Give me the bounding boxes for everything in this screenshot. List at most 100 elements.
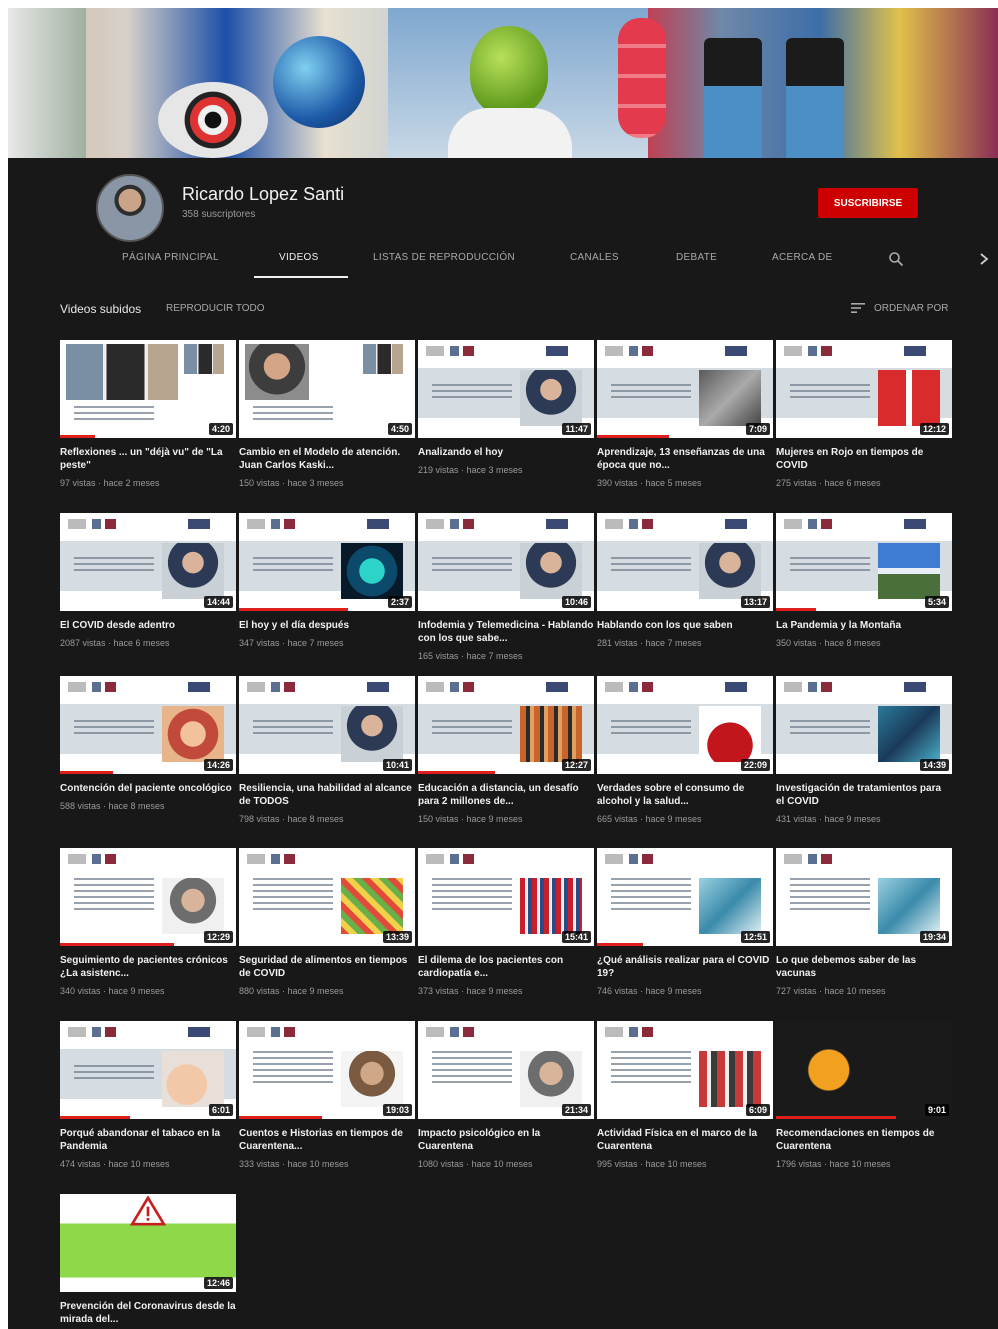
tab-discussion[interactable]: DEBATE (676, 252, 717, 263)
video-card[interactable]: 14:44 El COVID desde adentro 2087 vistas ·… (60, 513, 236, 648)
video-thumbnail[interactable]: 4:20 (60, 340, 236, 438)
search-icon[interactable] (888, 251, 904, 267)
video-thumbnail[interactable]: 21:34 (418, 1021, 594, 1119)
video-card[interactable]: 6:01 Porqué abandonar el tabaco en la Pan… (60, 1021, 236, 1169)
video-title[interactable]: Analizando el hoy (418, 446, 594, 459)
play-all-link[interactable]: REPRODUCIR TODO (166, 303, 265, 314)
video-thumbnail[interactable]: 11:47 (418, 340, 594, 438)
video-thumbnail[interactable]: 12:27 (418, 676, 594, 774)
tab-channels[interactable]: CANALES (570, 252, 619, 263)
video-thumbnail[interactable]: 4:50 (239, 340, 415, 438)
video-card[interactable]: 10:46 Infodemia y Telemedicina - Hablando… (418, 513, 594, 661)
video-card[interactable]: 7:09 Aprendizaje, 13 enseñanzas de una ép… (597, 340, 773, 488)
video-thumbnail[interactable]: 19:03 (239, 1021, 415, 1119)
video-title[interactable]: Reflexiones ... un "déjà vu" de "La pest… (60, 446, 236, 472)
video-title[interactable]: El COVID desde adentro (60, 619, 236, 632)
video-title[interactable]: Verdades sobre el consumo de alcohol y l… (597, 782, 773, 808)
video-thumbnail[interactable]: 12:12 (776, 340, 952, 438)
video-card[interactable]: 4:20 Reflexiones ... un "déjà vu" de "La … (60, 340, 236, 488)
video-thumbnail[interactable]: 19:34 (776, 848, 952, 946)
video-thumbnail[interactable]: 9:01 (776, 1021, 952, 1119)
video-thumbnail[interactable]: 12:29 (60, 848, 236, 946)
video-card[interactable]: 10:41 Resiliencia, una habilidad al alcan… (239, 676, 415, 824)
video-title[interactable]: Porqué abandonar el tabaco en la Pandemi… (60, 1127, 236, 1153)
video-thumbnail[interactable]: 10:46 (418, 513, 594, 611)
video-thumbnail[interactable]: 5:34 (776, 513, 952, 611)
video-title[interactable]: La Pandemia y la Montaña (776, 619, 952, 632)
video-thumbnail[interactable]: 12:51 (597, 848, 773, 946)
video-title[interactable]: Impacto psicológico en la Cuarentena (418, 1127, 594, 1153)
video-thumbnail[interactable]: 7:09 (597, 340, 773, 438)
tab-videos[interactable]: VIDEOS (279, 252, 319, 263)
video-title[interactable]: Contención del paciente oncológico (60, 782, 236, 795)
video-card[interactable]: 12:51 ¿Qué análisis realizar para el COVI… (597, 848, 773, 996)
video-duration: 10:46 (561, 596, 591, 608)
video-card[interactable]: 11:47 Analizando el hoy 219 vistas · hace … (418, 340, 594, 475)
video-title[interactable]: Actividad Física en el marco de la Cuare… (597, 1127, 773, 1153)
video-title[interactable]: Mujeres en Rojo en tiempos de COVID (776, 446, 952, 472)
tab-home[interactable]: PÁGINA PRINCIPAL (122, 252, 219, 263)
video-card[interactable]: 6:09 Actividad Física en el marco de la C… (597, 1021, 773, 1169)
video-thumbnail[interactable]: 15:41 (418, 848, 594, 946)
video-thumbnail[interactable]: 12:46 (60, 1194, 236, 1292)
subscriber-count: 358 suscriptores (182, 209, 256, 220)
video-meta: 746 vistas · hace 9 meses (597, 986, 702, 996)
video-title[interactable]: Lo que debemos saber de las vacunas (776, 954, 952, 980)
video-card[interactable]: 15:41 El dilema de los pacientes con card… (418, 848, 594, 996)
tab-about[interactable]: ACERCA DE (772, 252, 833, 263)
video-title[interactable]: Resiliencia, una habilidad al alcance de… (239, 782, 415, 808)
video-card[interactable]: 12:29 Seguimiento de pacientes crónicos ¿… (60, 848, 236, 996)
video-thumbnail[interactable]: 22:09 (597, 676, 773, 774)
video-card[interactable]: 12:27 Educación a distancia, un desafío p… (418, 676, 594, 824)
video-card[interactable]: 14:39 Investigación de tratamientos para … (776, 676, 952, 824)
video-title[interactable]: Infodemia y Telemedicina - Hablando con … (418, 619, 594, 645)
video-thumbnail[interactable]: 14:44 (60, 513, 236, 611)
video-thumbnail[interactable]: 14:26 (60, 676, 236, 774)
video-title[interactable]: Seguridad de alimentos en tiempos de COV… (239, 954, 415, 980)
video-card[interactable]: 21:34 Impacto psicológico en la Cuarenten… (418, 1021, 594, 1169)
video-thumbnail[interactable]: 10:41 (239, 676, 415, 774)
video-card[interactable]: 14:26 Contención del paciente oncológico 5… (60, 676, 236, 811)
chevron-right-icon[interactable] (978, 252, 990, 266)
video-duration: 6:09 (745, 1104, 770, 1116)
sort-icon[interactable] (850, 301, 866, 315)
video-card[interactable]: 13:17 Hablando con los que saben 281 vista… (597, 513, 773, 648)
video-thumbnail[interactable]: 6:09 (597, 1021, 773, 1119)
video-card[interactable]: 9:01 Recomendaciones en tiempos de Cuaren… (776, 1021, 952, 1169)
video-title[interactable]: El hoy y el día después (239, 619, 415, 632)
video-card[interactable]: 19:03 Cuentos e Historias en tiempos de C… (239, 1021, 415, 1169)
subscribe-button[interactable]: SUSCRIBIRSE (818, 188, 918, 218)
video-title[interactable]: Hablando con los que saben (597, 619, 773, 632)
video-title[interactable]: Aprendizaje, 13 enseñanzas de una época … (597, 446, 773, 472)
video-card[interactable]: 2:37 El hoy y el día después 347 vistas · … (239, 513, 415, 648)
channel-avatar[interactable] (96, 174, 164, 242)
channel-name: Ricardo Lopez Santi (182, 184, 345, 204)
tab-playlists[interactable]: LISTAS DE REPRODUCCIÓN (373, 252, 515, 263)
video-title[interactable]: Educación a distancia, un desafío para 2… (418, 782, 594, 808)
video-thumbnail[interactable]: 6:01 (60, 1021, 236, 1119)
video-thumbnail[interactable]: 14:39 (776, 676, 952, 774)
video-card[interactable]: 12:12 Mujeres en Rojo en tiempos de COVID… (776, 340, 952, 488)
video-card[interactable]: 13:39 Seguridad de alimentos en tiempos d… (239, 848, 415, 996)
video-title[interactable]: Investigación de tratamientos para el CO… (776, 782, 952, 808)
video-thumbnail[interactable]: 13:17 (597, 513, 773, 611)
video-duration: 5:34 (924, 596, 949, 608)
video-card[interactable]: 19:34 Lo que debemos saber de las vacunas… (776, 848, 952, 996)
video-title[interactable]: Recomendaciones en tiempos de Cuarentena (776, 1127, 952, 1153)
video-card[interactable]: 22:09 Verdades sobre el consumo de alcoho… (597, 676, 773, 824)
video-title[interactable]: Seguimiento de pacientes crónicos ¿La as… (60, 954, 236, 980)
video-card[interactable]: 5:34 La Pandemia y la Montaña 350 vistas ·… (776, 513, 952, 648)
video-title[interactable]: Cambio en el Modelo de atención. Juan Ca… (239, 446, 415, 472)
watch-progress-bar (60, 435, 96, 438)
video-thumbnail[interactable]: 13:39 (239, 848, 415, 946)
video-title[interactable]: ¿Qué análisis realizar para el COVID 19? (597, 954, 773, 980)
video-card[interactable]: 12:46 Prevención del Coronavirus desde la… (60, 1194, 236, 1326)
sort-by-button[interactable]: ORDENAR POR (874, 303, 948, 314)
video-duration: 2:37 (387, 596, 412, 608)
video-meta: 150 vistas · hace 9 meses (418, 814, 523, 824)
video-title[interactable]: Prevención del Coronavirus desde la mira… (60, 1300, 236, 1326)
video-title[interactable]: Cuentos e Historias en tiempos de Cuaren… (239, 1127, 415, 1153)
video-card[interactable]: 4:50 Cambio en el Modelo de atención. Jua… (239, 340, 415, 488)
video-title[interactable]: El dilema de los pacientes con cardiopat… (418, 954, 594, 980)
video-thumbnail[interactable]: 2:37 (239, 513, 415, 611)
